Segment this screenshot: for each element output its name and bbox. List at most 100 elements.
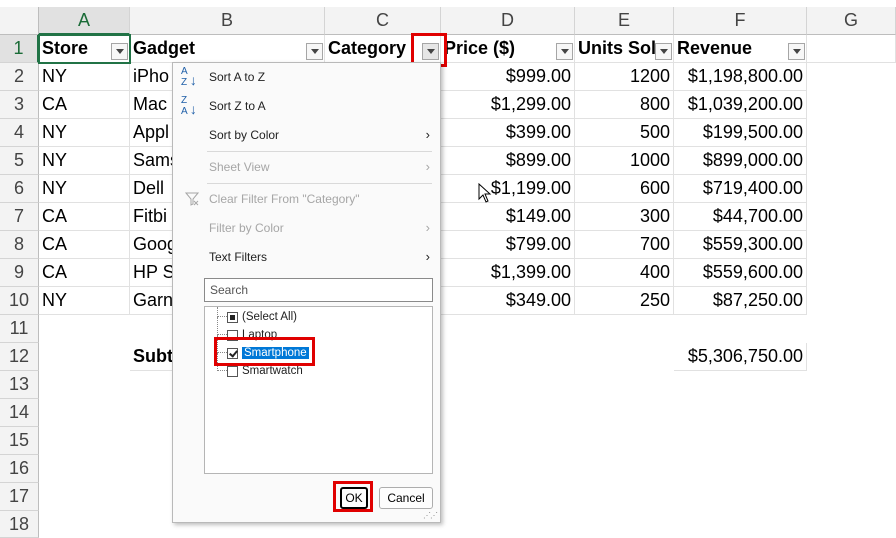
menu-sheet-view[interactable]: Sheet View › xyxy=(173,154,440,180)
cell-revenue[interactable]: $559,600.00 xyxy=(674,259,807,287)
filter-dropdown-units[interactable] xyxy=(655,43,672,60)
cell-store[interactable]: CA xyxy=(39,203,130,231)
menu-item-label: Sort by Color xyxy=(209,128,280,142)
cell-price[interactable]: $799.00 xyxy=(441,231,575,259)
spreadsheet-grid: A B C D E F G 1 2 3 4 5 6 7 8 9 10 11 12… xyxy=(0,0,896,538)
checkbox-partial[interactable] xyxy=(227,311,238,323)
cell-price[interactable]: $1,199.00 xyxy=(441,175,575,203)
cell-price[interactable]: $999.00 xyxy=(441,63,575,91)
checkbox-checked[interactable] xyxy=(227,347,238,359)
cell-revenue[interactable]: $44,700.00 xyxy=(674,203,807,231)
cell-units[interactable]: 250 xyxy=(575,287,674,315)
chevron-down-icon xyxy=(560,49,569,54)
menu-sort-z-to-a[interactable]: ZA ↓ Sort Z to A xyxy=(173,93,440,119)
subtotal-revenue[interactable]: $5,306,750.00 xyxy=(674,343,807,371)
filter-dropdown-gadget[interactable] xyxy=(306,43,323,60)
column-header-g[interactable]: G xyxy=(807,7,896,35)
row-header[interactable]: 15 xyxy=(0,427,39,455)
chevron-down-icon xyxy=(115,49,124,54)
cell-units[interactable]: 300 xyxy=(575,203,674,231)
row-header[interactable]: 1 xyxy=(0,35,39,63)
row-header[interactable]: 12 xyxy=(0,343,39,371)
cell-revenue[interactable]: $719,400.00 xyxy=(674,175,807,203)
cell-store[interactable]: NY xyxy=(39,147,130,175)
cell-price[interactable]: $149.00 xyxy=(441,203,575,231)
row-header[interactable]: 17 xyxy=(0,483,39,511)
column-header-e[interactable]: E xyxy=(575,7,674,35)
menu-text-filters[interactable]: Text Filters › xyxy=(173,244,440,270)
row-header[interactable]: 16 xyxy=(0,455,39,483)
header-cell-gadget[interactable]: Gadget xyxy=(130,35,325,63)
cell-store[interactable]: CA xyxy=(39,91,130,119)
row-header[interactable]: 13 xyxy=(0,371,39,399)
menu-item-label: Sheet View xyxy=(209,160,270,174)
column-header-b[interactable]: B xyxy=(130,7,325,35)
menu-filter-by-color[interactable]: Filter by Color › xyxy=(173,215,440,241)
cell-units[interactable]: 1200 xyxy=(575,63,674,91)
cell-units[interactable]: 500 xyxy=(575,119,674,147)
row-header[interactable]: 5 xyxy=(0,147,39,175)
menu-clear-filter[interactable]: Clear Filter From "Category" xyxy=(173,186,440,212)
column-header-f[interactable]: F xyxy=(674,7,807,35)
cell-price[interactable]: $899.00 xyxy=(441,147,575,175)
ok-button[interactable]: OK xyxy=(340,487,368,509)
row-header[interactable]: 6 xyxy=(0,175,39,203)
filter-dropdown-revenue[interactable] xyxy=(788,43,805,60)
row-header[interactable]: 2 xyxy=(0,63,39,91)
cell-price[interactable]: $349.00 xyxy=(441,287,575,315)
filter-search-input[interactable]: Search xyxy=(204,278,433,302)
cell-price[interactable]: $1,299.00 xyxy=(441,91,575,119)
cell-store[interactable]: NY xyxy=(39,119,130,147)
cell-revenue[interactable]: $1,039,200.00 xyxy=(674,91,807,119)
filter-dropdown-store[interactable] xyxy=(111,43,128,60)
cell-revenue[interactable]: $899,000.00 xyxy=(674,147,807,175)
checkbox-unchecked[interactable] xyxy=(227,365,238,377)
tree-connector xyxy=(217,317,227,335)
row-header[interactable]: 3 xyxy=(0,91,39,119)
empty-cell[interactable] xyxy=(807,35,896,63)
cell-units[interactable]: 600 xyxy=(575,175,674,203)
cell-price[interactable]: $1,399.00 xyxy=(441,259,575,287)
cell-store[interactable]: CA xyxy=(39,259,130,287)
row-header[interactable]: 14 xyxy=(0,399,39,427)
column-header-a[interactable]: A xyxy=(39,7,130,35)
cell-store[interactable]: NY xyxy=(39,287,130,315)
cell-price[interactable]: $399.00 xyxy=(441,119,575,147)
cell-revenue[interactable]: $199,500.00 xyxy=(674,119,807,147)
menu-item-label: Filter by Color xyxy=(209,221,284,235)
cell-revenue[interactable]: $559,300.00 xyxy=(674,231,807,259)
cell-revenue[interactable]: $1,198,800.00 xyxy=(674,63,807,91)
cell-units[interactable]: 700 xyxy=(575,231,674,259)
header-cell-price[interactable]: Price ($) xyxy=(441,35,575,63)
chevron-right-icon: › xyxy=(425,249,430,264)
cell-store[interactable]: CA xyxy=(39,231,130,259)
column-header-c[interactable]: C xyxy=(325,7,441,35)
row-header[interactable]: 8 xyxy=(0,231,39,259)
filter-dropdown-price[interactable] xyxy=(556,43,573,60)
filter-item-smartwatch[interactable]: Smartwatch xyxy=(209,353,303,380)
row-header[interactable]: 10 xyxy=(0,287,39,315)
cell-store[interactable]: NY xyxy=(39,175,130,203)
row-header[interactable]: 4 xyxy=(0,119,39,147)
cancel-button[interactable]: Cancel xyxy=(379,487,433,509)
checkbox-unchecked[interactable] xyxy=(227,329,238,341)
cell-store[interactable]: NY xyxy=(39,63,130,91)
select-all-corner[interactable] xyxy=(0,7,39,35)
menu-divider xyxy=(207,183,432,184)
cell-units[interactable]: 400 xyxy=(575,259,674,287)
menu-sort-by-color[interactable]: Sort by Color › xyxy=(173,122,440,148)
row-header[interactable]: 18 xyxy=(0,511,39,538)
menu-item-label: Sort A to Z xyxy=(209,70,266,84)
row-header[interactable]: 11 xyxy=(0,315,39,343)
menu-item-label: Text Filters xyxy=(209,250,268,264)
cell-units[interactable]: 800 xyxy=(575,91,674,119)
row-header[interactable]: 7 xyxy=(0,203,39,231)
cell-units[interactable]: 1000 xyxy=(575,147,674,175)
resize-grip-icon[interactable]: ⋰⋰ xyxy=(423,511,438,520)
menu-item-label: Sort Z to A xyxy=(209,99,266,113)
row-header[interactable]: 9 xyxy=(0,259,39,287)
menu-sort-a-to-z[interactable]: AZ ↓ Sort A to Z xyxy=(173,64,440,90)
column-header-d[interactable]: D xyxy=(441,7,575,35)
filter-dropdown-category[interactable] xyxy=(422,43,439,60)
cell-revenue[interactable]: $87,250.00 xyxy=(674,287,807,315)
